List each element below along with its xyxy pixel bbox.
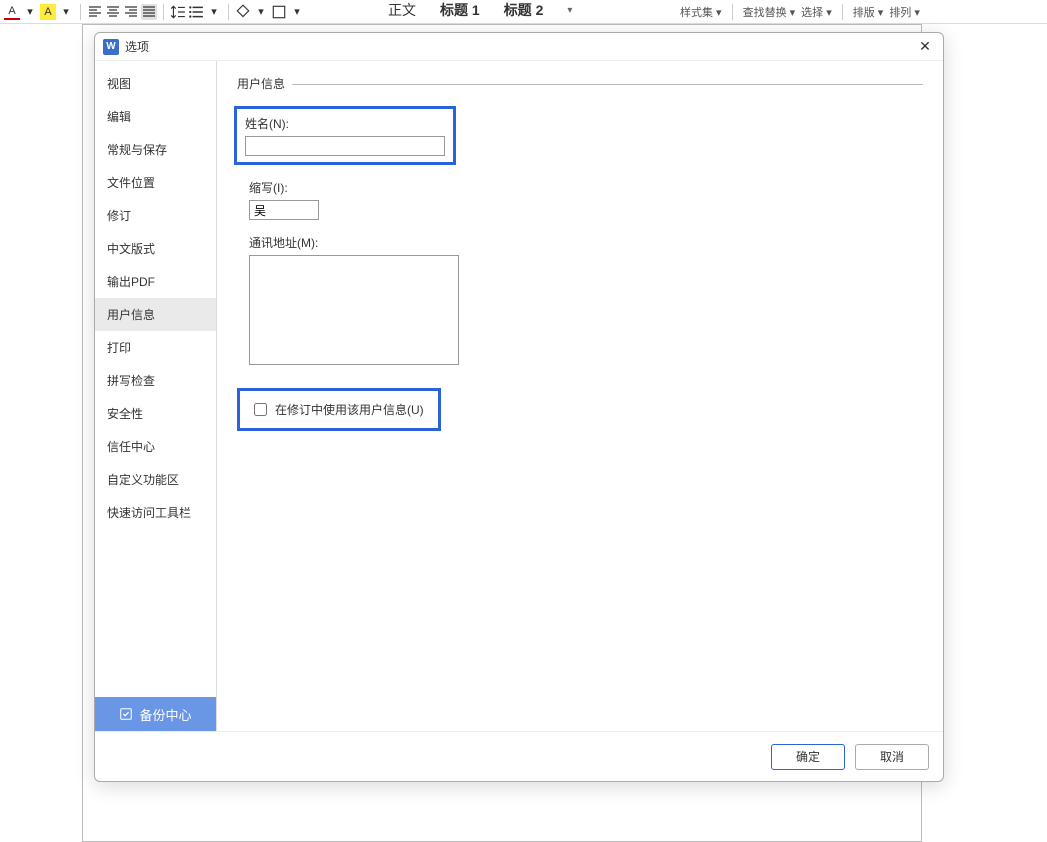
highlight-color-icon[interactable]: A (40, 4, 56, 20)
style-normal[interactable]: 正文 (380, 0, 424, 20)
app-icon: W (103, 39, 119, 55)
options-sidebar: 视图 编辑 常规与保存 文件位置 修订 中文版式 输出PDF 用户信息 打印 拼… (95, 61, 217, 731)
sidebar-item-revision[interactable]: 修订 (95, 199, 216, 232)
align-center-icon[interactable] (105, 4, 121, 20)
sidebar-items: 视图 编辑 常规与保存 文件位置 修订 中文版式 输出PDF 用户信息 打印 拼… (95, 61, 216, 697)
sidebar-item-edit[interactable]: 编辑 (95, 100, 216, 133)
separator (228, 4, 229, 20)
initials-label: 缩写(I): (249, 179, 923, 196)
address-label: 通讯地址(M): (249, 234, 923, 251)
dropdown-icon[interactable]: ▾ (22, 4, 38, 20)
find-replace-menu[interactable]: 查找替换 ▾ (743, 4, 796, 20)
separator (80, 4, 81, 20)
dialog-titlebar: W 选项 ✕ (95, 33, 943, 61)
ok-button[interactable]: 确定 (771, 744, 845, 770)
style-gallery[interactable]: 正文 标题 1 标题 2 ▾ (380, 0, 580, 20)
align-left-icon[interactable] (87, 4, 103, 20)
backup-icon (119, 707, 133, 721)
styleset-menu[interactable]: 样式集 ▾ (680, 4, 722, 20)
sidebar-item-file-location[interactable]: 文件位置 (95, 166, 216, 199)
sidebar-item-chinese-layout[interactable]: 中文版式 (95, 232, 216, 265)
style-heading1[interactable]: 标题 1 (432, 0, 488, 20)
layout-menu[interactable]: 排版 ▾ (853, 4, 884, 20)
separator (732, 4, 733, 20)
backup-label: 备份中心 (139, 705, 191, 724)
cancel-button[interactable]: 取消 (855, 744, 929, 770)
sidebar-item-quick-access[interactable]: 快速访问工具栏 (95, 496, 216, 529)
name-label: 姓名(N): (245, 115, 445, 132)
separator (163, 4, 164, 20)
align-justify-icon[interactable] (141, 4, 157, 20)
use-in-revision-checkbox[interactable] (254, 403, 267, 416)
sidebar-item-security[interactable]: 安全性 (95, 397, 216, 430)
backup-center-button[interactable]: 备份中心 (95, 697, 216, 731)
initials-input[interactable] (249, 200, 319, 220)
options-content: 用户信息 姓名(N): 缩写(I): 通讯地址(M): 在修订中使用该用户信息(… (217, 61, 943, 731)
dialog-title: 选项 (125, 38, 915, 55)
sidebar-item-user-info[interactable]: 用户信息 (95, 298, 216, 331)
shading-icon[interactable] (235, 4, 251, 20)
name-input[interactable] (245, 136, 445, 156)
arrange-menu[interactable]: 排列 ▾ (889, 4, 920, 20)
style-heading2[interactable]: 标题 2 (496, 0, 552, 20)
highlight-name-field: 姓名(N): (234, 106, 456, 165)
line-spacing-icon[interactable] (170, 4, 186, 20)
dropdown-icon[interactable]: ▾ (253, 4, 269, 20)
font-color-icon[interactable]: A (4, 4, 20, 20)
dialog-footer: 确定 取消 (95, 731, 943, 781)
sidebar-item-general-save[interactable]: 常规与保存 (95, 133, 216, 166)
ribbon-right-group: 样式集 ▾ 查找替换 ▾ 选择 ▾ 排版 ▾ 排列 ▾ (680, 4, 920, 20)
sidebar-item-spellcheck[interactable]: 拼写检查 (95, 364, 216, 397)
dropdown-icon[interactable]: ▾ (289, 4, 305, 20)
section-title-userinfo: 用户信息 (237, 75, 923, 92)
border-icon[interactable] (271, 4, 287, 20)
dropdown-icon[interactable]: ▾ (58, 4, 74, 20)
address-input[interactable] (249, 255, 459, 365)
use-in-revision-row[interactable]: 在修订中使用该用户信息(U) (248, 397, 430, 422)
sidebar-item-customize-ribbon[interactable]: 自定义功能区 (95, 463, 216, 496)
separator (842, 4, 843, 20)
style-more-icon[interactable]: ▾ (559, 5, 580, 16)
sidebar-item-output-pdf[interactable]: 输出PDF (95, 265, 216, 298)
sidebar-item-view[interactable]: 视图 (95, 67, 216, 100)
dropdown-icon[interactable]: ▾ (206, 4, 222, 20)
options-dialog: W 选项 ✕ 视图 编辑 常规与保存 文件位置 修订 中文版式 输出PDF 用户… (94, 32, 944, 782)
close-icon[interactable]: ✕ (915, 37, 935, 57)
align-right-icon[interactable] (123, 4, 139, 20)
sidebar-item-print[interactable]: 打印 (95, 331, 216, 364)
list-icon[interactable] (188, 4, 204, 20)
select-menu[interactable]: 选择 ▾ (801, 4, 832, 20)
sidebar-item-trust-center[interactable]: 信任中心 (95, 430, 216, 463)
use-in-revision-label: 在修订中使用该用户信息(U) (275, 401, 424, 418)
